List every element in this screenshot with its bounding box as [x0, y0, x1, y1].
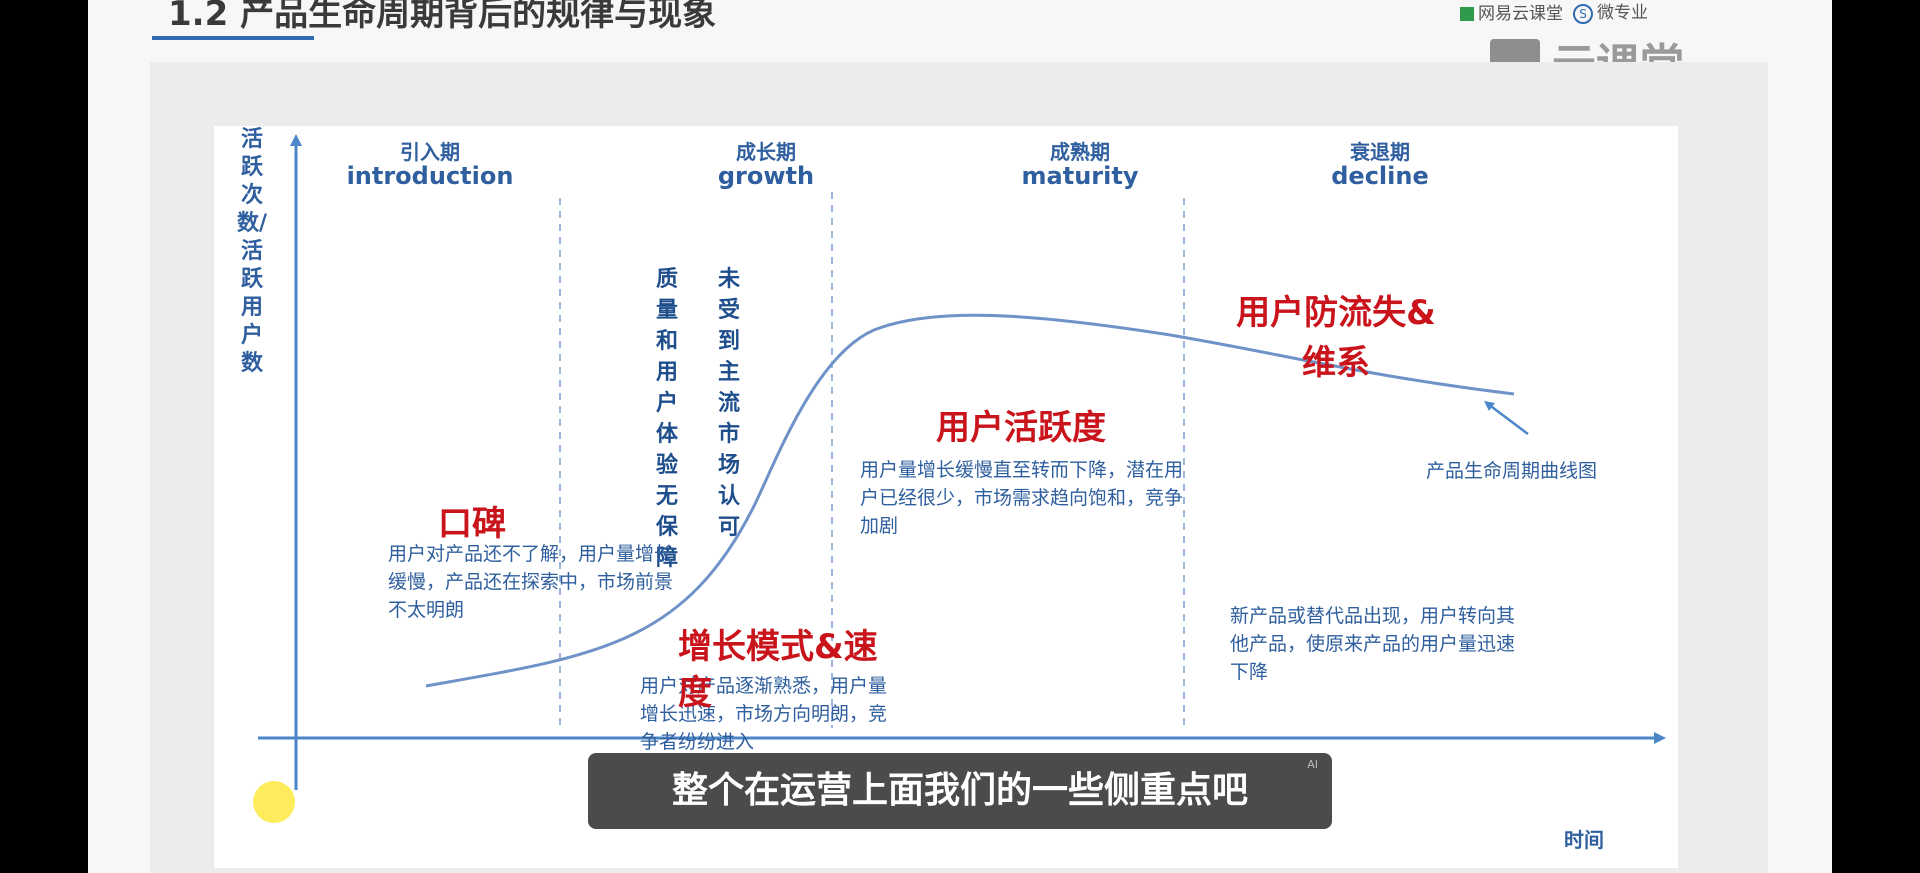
phase-decline-en: decline — [1331, 162, 1429, 190]
growth-note-market: 未受到主流市场认可 — [717, 267, 740, 540]
slide-title: 1.2 产品生命周期背后的规律与现象 — [168, 0, 717, 34]
caption-pointer-arrow — [1484, 401, 1529, 435]
cursor-highlight-dot — [253, 781, 295, 823]
micro-brand: S 微专业 — [1573, 0, 1648, 24]
ai-badge: AI — [1307, 758, 1318, 771]
netease-brand-label: 网易云课堂 — [1478, 3, 1563, 24]
desc-decline: 新产品或替代品出现，用户转向其他产品，使原来产品的用户量迅速下降 — [1230, 605, 1516, 683]
netease-logo-icon — [1460, 6, 1474, 21]
phase-maturity-en: maturity — [1021, 162, 1139, 190]
micro-logo-icon: S — [1573, 4, 1593, 24]
phase-growth-cn: 成长期 — [736, 140, 796, 164]
video-subtitle: 整个在运营上面我们的一些侧重点吧 AI — [588, 753, 1332, 829]
slide: 1.2 产品生命周期背后的规律与现象 网易云课堂 S微专业 云课堂 — [88, 0, 1832, 873]
growth-note-quality: 质量和用户体验无保障 — [655, 267, 678, 571]
subtitle-text: 整个在运营上面我们的一些侧重点吧 — [671, 770, 1248, 811]
phase-introduction-en: introduction — [346, 162, 514, 190]
keyword-introduction: 口碑 — [438, 504, 506, 544]
x-axis-label: 时间 — [1564, 828, 1604, 852]
desc-introduction: 用户对产品还不了解，用户量增长缓慢，产品还在探索中，市场前景不太明朗 — [388, 543, 674, 621]
keyword-maturity: 用户活跃度 — [936, 408, 1106, 448]
brand-bar: 网易云课堂 S 微专业 — [1460, 0, 1648, 24]
micro-brand-label: 微专业 — [1597, 3, 1648, 23]
phase-decline-cn: 衰退期 — [1350, 140, 1410, 164]
desc-maturity: 用户量增长缓慢直至转而下降，潜在用户已经很少，市场需求趋向饱和，竞争加剧 — [860, 459, 1184, 537]
phase-maturity-cn: 成熟期 — [1050, 140, 1110, 164]
keyword-growth: 增长模式&速度 — [678, 627, 878, 713]
netease-brand: 网易云课堂 — [1460, 0, 1563, 24]
title-underline — [152, 36, 314, 40]
curve-caption: 产品生命周期曲线图 — [1426, 460, 1598, 482]
phase-introduction-cn: 引入期 — [400, 140, 460, 164]
y-axis-label: 活跃次数/活跃用户数 — [236, 127, 268, 376]
keyword-decline: 用户防流失&维系 — [1236, 293, 1436, 383]
phase-growth-en: growth — [717, 162, 815, 190]
content-panel: 活跃次数/活跃用户数 引入期 introduction 成长期 growth 成… — [150, 62, 1768, 873]
